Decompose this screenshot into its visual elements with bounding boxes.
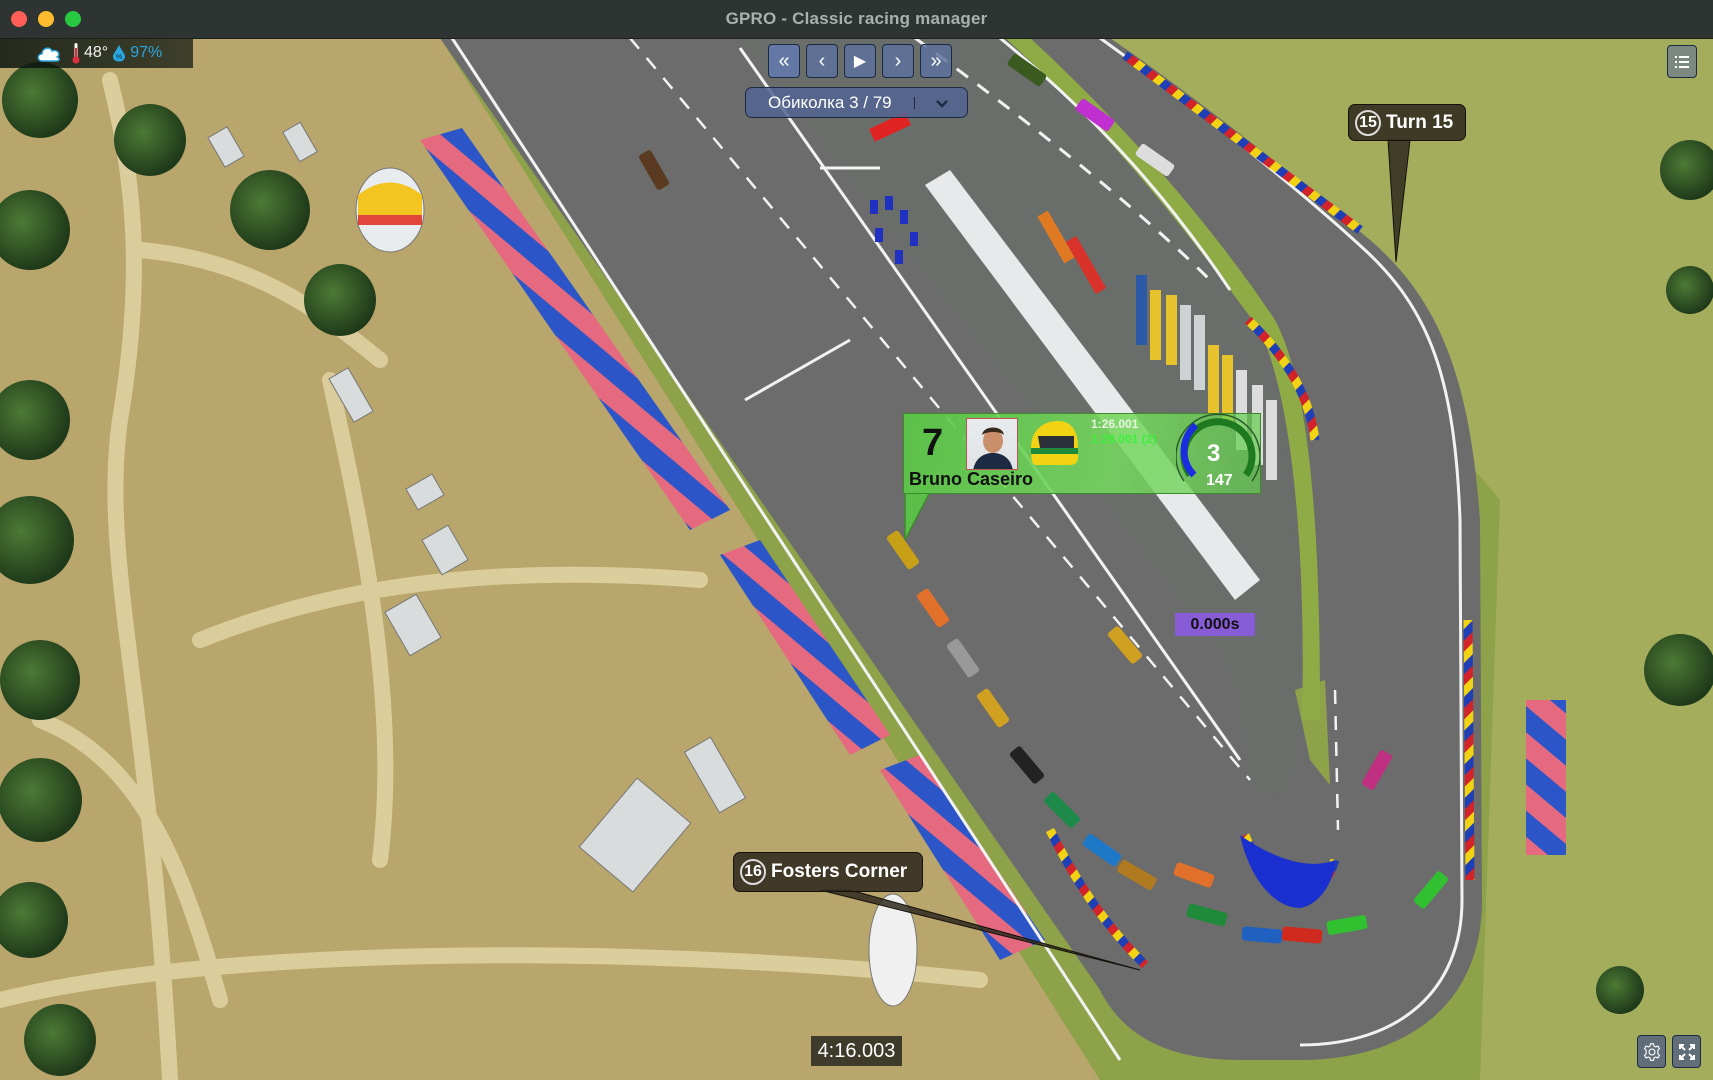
corner-label-fosters-corner: 16 Fosters Corner [733,852,923,892]
play-icon: ▶ [853,53,867,70]
window-title: GPRO - Classic racing manager [725,9,988,28]
lap-counter: Обиколка 3 / 79 [768,92,892,112]
standings-menu-button[interactable] [1667,45,1697,78]
close-window-button[interactable] [11,11,27,27]
corner-name: Turn 15 [1386,111,1454,133]
speed-value: 147 [1206,472,1233,489]
driver-photo [966,418,1018,470]
track-map-canvas [0,38,1713,1080]
corner-number: 15 [1355,109,1381,136]
driver-name: Bruno Caseiro [909,469,1034,489]
minimize-window-button[interactable] [38,11,54,27]
cloud-icon [37,47,60,62]
skip-back-button[interactable]: « [768,44,800,78]
skip-forward-button[interactable]: » [920,44,952,78]
chevron-right-icon: › [894,49,902,72]
corner-name: Fosters Corner [771,861,908,882]
step-back-button[interactable]: ‹ [806,44,838,78]
thermometer-icon [72,43,80,64]
maximize-window-button[interactable] [65,11,81,27]
race-timer: 4:16.003 [811,1036,902,1066]
best-lap-time: 1:26.001 (2) [1091,432,1157,446]
list-icon [1675,55,1689,68]
humidity-value: 97% [130,44,163,61]
last-lap-time: 1:26.001 [1091,417,1139,431]
driver-avatar-icon [973,427,1013,469]
double-chevron-left-icon: « [778,49,790,72]
svg-text:%: % [116,54,122,61]
expand-icon [1678,1043,1695,1060]
chevron-down-icon [935,99,948,108]
window-controls [11,11,81,27]
double-chevron-right-icon: » [930,49,942,72]
playback-controls: « ‹ ▶ › » [768,44,952,78]
gear-icon [1643,1042,1660,1061]
gap-to-leader: 0.000s [1175,613,1255,636]
corner-label-turn-15: 15 Turn 15 [1348,104,1466,141]
corner-number: 16 [740,859,766,885]
step-forward-button[interactable]: › [882,44,914,78]
lap-selector-divider [913,96,915,109]
fullscreen-button[interactable] [1672,1035,1701,1068]
temperature-value: 48° [84,44,109,61]
humidity-drop-icon: % [113,45,126,62]
track-map[interactable] [0,38,1713,1080]
kerb-turn-15-outer [1463,619,1475,881]
helmet-icon [1026,418,1080,468]
driver-info-card[interactable]: 7 1:26.001 1:26.001 (2) 3 147 Bruno Case… [903,413,1261,494]
chevron-left-icon: ‹ [818,49,826,72]
lap-selector[interactable]: Обиколка 3 / 79 [745,87,968,118]
settings-button[interactable] [1637,1035,1666,1068]
title-bar: GPRO - Classic racing manager [0,0,1713,39]
grandstand-4 [1526,700,1566,855]
balloon-stripe-red [358,215,422,225]
race-position: 3 [1207,440,1221,467]
play-button[interactable]: ▶ [844,44,876,78]
weather-panel: 48° % 97% [0,38,193,68]
car-number: 7 [922,422,944,464]
